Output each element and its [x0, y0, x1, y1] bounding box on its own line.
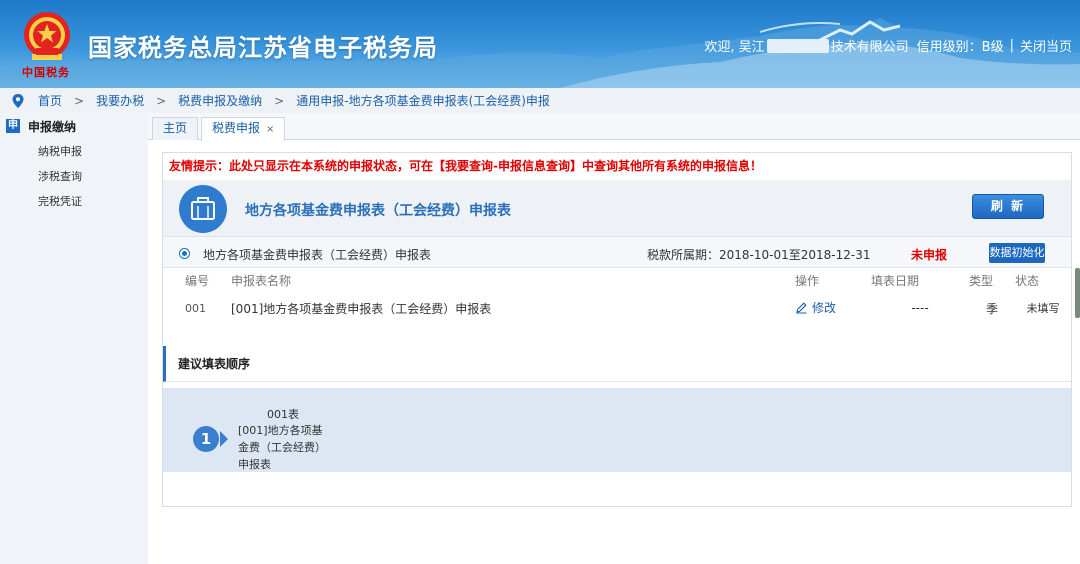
header-op: 操作	[795, 273, 820, 288]
breadcrumb: 首页 > 我要办税 > 税费申报及缴纳 > 通用申报-地方各项基金费申报表(工会…	[0, 88, 1080, 113]
sidebar-section-title: 申报缴纳	[28, 119, 77, 134]
tab-tax-declare-label: 税费申报	[212, 121, 261, 135]
breadcrumb-arrow: >	[74, 93, 85, 108]
edit-label: 修改	[812, 301, 837, 315]
breadcrumb-tax-service[interactable]: 我要办税	[96, 92, 144, 109]
suggest-order-title: 建议填表顺序	[163, 346, 1071, 382]
step-form-name[interactable]: [001]地方各项基金费（工会经费）申报表	[238, 422, 330, 473]
site-header: 中国税务 国家税务总局江苏省电子税务局 欢迎, 吴江 技术有限公司 信用级别：B…	[0, 0, 1080, 88]
emblem-caption: 中国税务	[22, 66, 70, 79]
header-name: 申报表名称	[231, 273, 292, 288]
welcome-prefix: 欢迎, 吴江	[704, 40, 765, 55]
breadcrumb-home[interactable]: 首页	[38, 92, 62, 109]
briefcase-icon	[179, 185, 227, 233]
breadcrumb-arrow: >	[274, 93, 285, 108]
redacted-name	[766, 38, 829, 53]
sidebar-item-tax-query[interactable]: 涉税查询	[0, 164, 148, 189]
breadcrumb-declare-pay[interactable]: 税费申报及缴纳	[178, 92, 262, 109]
notice-text: 友情提示：此处只显示在本系统的申报状态，可在【我要查询-申报信息查询】中查询其他…	[169, 159, 762, 173]
tax-period: 税款所属期：2018-10-01至2018-12-31	[647, 248, 871, 262]
credit-level: 信用级别：B级	[916, 40, 1004, 55]
form-title: 地方各项基金费申报表（工会经费）申报表	[245, 203, 511, 219]
row-type: 季	[985, 301, 998, 316]
tab-home-label: 主页	[163, 121, 188, 135]
form-header: 地方各项基金费申报表（工会经费）申报表 刷 新	[163, 180, 1071, 236]
sidebar: 申 申报缴纳 纳税申报 涉税查询 完税凭证	[0, 113, 148, 564]
section-icon: 申	[6, 119, 20, 133]
step-arrow-icon	[220, 431, 228, 447]
header-no: 编号	[185, 273, 210, 288]
data-init-button[interactable]: 数据初始化	[989, 243, 1045, 263]
close-page-link[interactable]: 关闭当页	[1020, 36, 1072, 55]
breadcrumb-current: 通用申报-地方各项基金费申报表(工会经费)申报	[296, 94, 550, 108]
suggest-order-steps: 1 001表 [001]地方各项基金费（工会经费）申报表	[163, 388, 1071, 472]
sidebar-item-tax-certificate[interactable]: 完税凭证	[0, 189, 148, 214]
header-type: 类型	[969, 273, 994, 288]
form-radio[interactable]	[179, 248, 190, 259]
tab-home[interactable]: 主页	[152, 117, 199, 140]
sidebar-item-tax-declare[interactable]: 纳税申报	[0, 139, 148, 164]
table-header-row: 编号 申报表名称 操作 填表日期 类型 状态	[163, 268, 1071, 292]
welcome-suffix: 技术有限公司	[830, 40, 909, 55]
edit-link[interactable]: 修改	[795, 299, 836, 316]
scrollbar-handle[interactable]	[1075, 268, 1080, 318]
site-title: 国家税务总局江苏省电子税务局	[88, 34, 438, 62]
selected-form-name: 地方各项基金费申报表（工会经费）申报表	[203, 248, 432, 262]
tab-tax-declare[interactable]: 税费申报 ×	[201, 117, 286, 141]
row-op-cell: 修改	[795, 292, 871, 324]
form-table: 编号 申报表名称 操作 填表日期 类型 状态 001 [001]地方各项基金费申…	[163, 268, 1071, 324]
breadcrumb-arrow: >	[156, 93, 167, 108]
row-status: 未填写	[1026, 302, 1060, 315]
header-separator: |	[1009, 38, 1014, 53]
pencil-icon	[796, 302, 807, 314]
header-status: 状态	[1015, 273, 1040, 288]
row-no: 001	[185, 301, 206, 315]
sidebar-section-header[interactable]: 申 申报缴纳	[0, 113, 148, 139]
declare-status: 未申报	[911, 248, 948, 262]
step-number-badge: 1	[193, 426, 219, 452]
close-tab-icon[interactable]: ×	[266, 124, 274, 135]
table-row: 001 [001]地方各项基金费申报表（工会经费）申报表 修改 ---- 季 未…	[163, 292, 1071, 324]
header-date: 填表日期	[871, 273, 920, 288]
form-selection-row: 地方各项基金费申报表（工会经费）申报表 税款所属期：2018-10-01至201…	[163, 236, 1071, 268]
row-name: [001]地方各项基金费申报表（工会经费）申报表	[231, 301, 492, 316]
declaration-panel: 友情提示：此处只显示在本系统的申报状态，可在【我要查询-申报信息查询】中查询其他…	[162, 152, 1072, 507]
row-date: ----	[911, 301, 929, 315]
location-pin-icon	[12, 93, 24, 108]
user-area: 欢迎, 吴江 技术有限公司 信用级别：B级 | 关闭当页	[704, 36, 1072, 55]
step-form-code: 001表	[267, 408, 299, 421]
refresh-button[interactable]: 刷 新	[972, 194, 1044, 219]
tab-bar: 主页 税费申报 ×	[148, 113, 1080, 141]
tax-emblem-logo	[24, 12, 70, 60]
